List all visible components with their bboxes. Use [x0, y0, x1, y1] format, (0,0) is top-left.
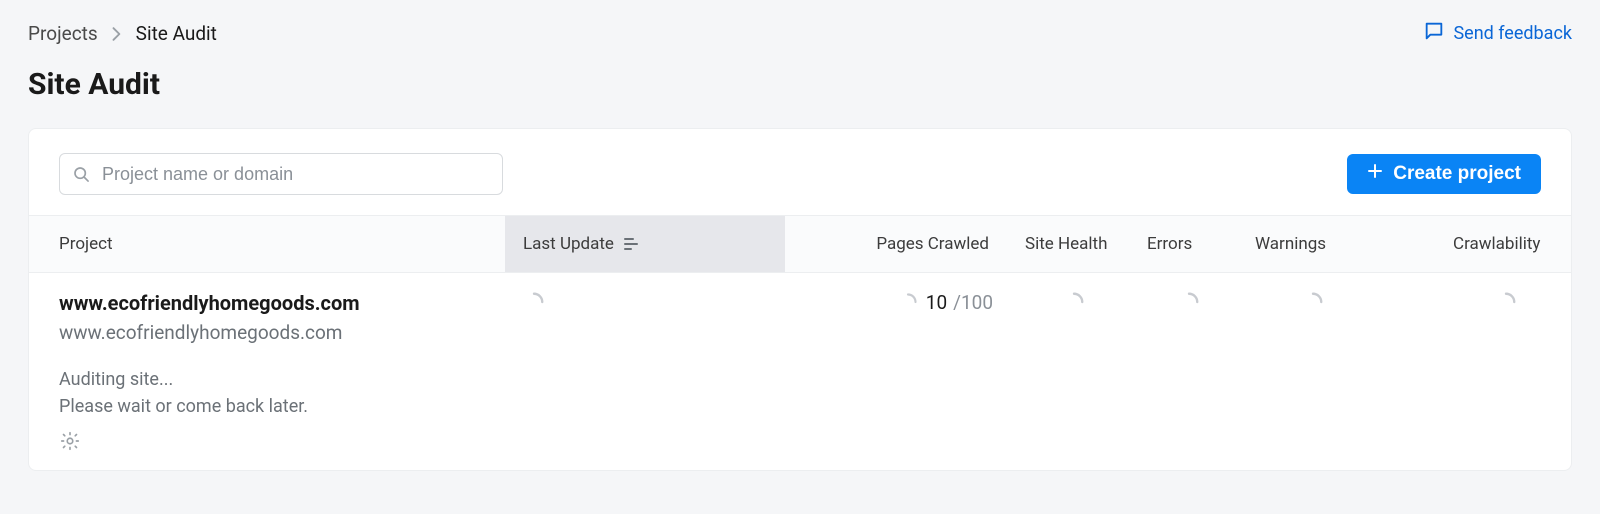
- pages-total: /100: [953, 291, 993, 314]
- status-line-1: Auditing site...: [59, 366, 475, 393]
- page-title: Site Audit: [28, 67, 1572, 102]
- spinner-icon: [1495, 291, 1517, 313]
- col-crawlability[interactable]: Crawlability: [1383, 234, 1571, 254]
- project-domain: www.ecofriendlyhomegoods.com: [59, 321, 475, 344]
- projects-card: Create project Project Last Update Pages…: [28, 128, 1572, 471]
- create-project-label: Create project: [1393, 163, 1521, 185]
- sort-icon: [624, 237, 640, 251]
- spinner-icon: [898, 292, 920, 314]
- create-project-button[interactable]: Create project: [1347, 154, 1541, 194]
- spinner-icon: [523, 291, 545, 313]
- breadcrumb: Projects Site Audit: [28, 22, 217, 45]
- col-site-health[interactable]: Site Health: [1013, 234, 1135, 254]
- chevron-right-icon: [112, 27, 122, 41]
- col-project[interactable]: Project: [29, 234, 505, 254]
- spinner-icon: [1063, 291, 1085, 313]
- send-feedback-label: Send feedback: [1453, 23, 1572, 44]
- col-last-update[interactable]: Last Update: [505, 216, 785, 272]
- breadcrumb-current: Site Audit: [136, 22, 217, 45]
- status-line-2: Please wait or come back later.: [59, 393, 475, 420]
- spinner-icon: [1178, 291, 1200, 313]
- col-errors[interactable]: Errors: [1135, 234, 1243, 254]
- table-row: www.ecofriendlyhomegoods.com www.ecofrie…: [29, 273, 1571, 470]
- pages-done: 10: [926, 291, 947, 314]
- table-header: Project Last Update Pages Crawled Site H…: [29, 215, 1571, 273]
- project-name[interactable]: www.ecofriendlyhomegoods.com: [59, 291, 475, 315]
- breadcrumb-projects[interactable]: Projects: [28, 22, 98, 45]
- search-input[interactable]: [59, 153, 503, 195]
- send-feedback-link[interactable]: Send feedback: [1423, 20, 1572, 47]
- col-last-update-label: Last Update: [523, 234, 614, 254]
- spinner-icon: [1302, 291, 1324, 313]
- plus-icon: [1367, 163, 1383, 185]
- settings-button[interactable]: [59, 430, 475, 456]
- search-wrap: [59, 153, 503, 195]
- col-warnings[interactable]: Warnings: [1243, 234, 1383, 254]
- col-pages-crawled[interactable]: Pages Crawled: [785, 234, 1013, 254]
- chat-icon: [1423, 20, 1445, 47]
- project-status: Auditing site... Please wait or come bac…: [59, 366, 475, 420]
- gear-icon: [59, 437, 81, 456]
